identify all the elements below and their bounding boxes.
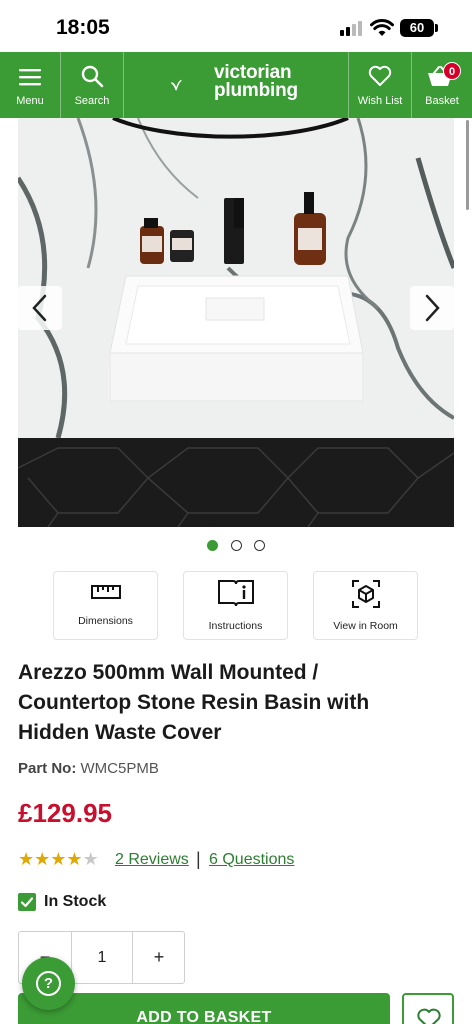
product-title-line: Countertop Stone Resin Basin with	[18, 691, 370, 714]
battery-icon: 60	[400, 19, 434, 37]
star-icon: ★	[66, 849, 83, 869]
site-header: Menu Search victorian plumbing Wish List…	[0, 52, 472, 118]
search-label: Search	[74, 95, 110, 107]
hamburger-icon	[19, 69, 41, 86]
status-time: 18:05	[56, 16, 110, 39]
chevron-left-icon	[32, 294, 47, 322]
search-icon	[81, 65, 104, 88]
wishlist-button[interactable]: Wish List	[349, 52, 411, 118]
product-price: £129.95	[18, 798, 112, 828]
header-divider	[123, 52, 124, 118]
stock-status: In Stock	[44, 893, 107, 910]
help-icon: ?	[36, 971, 61, 996]
product-image	[18, 118, 454, 527]
view-in-room-button[interactable]: View in Room	[313, 571, 418, 640]
help-chat-button[interactable]: ?	[22, 957, 75, 1010]
wifi-icon	[370, 19, 394, 36]
part-number-value: WMC5PMB	[80, 760, 159, 777]
wishlist-label: Wish List	[357, 95, 403, 107]
product-title-line: Arezzo 500mm Wall Mounted /	[18, 661, 319, 684]
view-in-room-label: View in Room	[333, 620, 398, 632]
battery-tip	[435, 24, 438, 32]
reviews-link[interactable]: 2 Reviews	[115, 851, 189, 869]
dimensions-button[interactable]: Dimensions	[53, 571, 158, 640]
search-button[interactable]: Search	[61, 52, 123, 118]
brand-name[interactable]: victorian plumbing	[214, 63, 298, 101]
heart-icon	[417, 1008, 441, 1024]
dimensions-label: Dimensions	[78, 615, 133, 627]
menu-button[interactable]: Menu	[0, 52, 60, 118]
add-to-wishlist-button[interactable]	[402, 993, 454, 1024]
status-bar: 18:05 60	[0, 0, 472, 52]
star-icon: ★	[50, 849, 67, 869]
instructions-label: Instructions	[208, 620, 263, 632]
star-rating[interactable]: ★★★★★	[18, 849, 99, 870]
part-number-label: Part No:	[18, 760, 77, 777]
ar-cube-icon	[352, 580, 380, 608]
questions-link[interactable]: 6 Questions	[209, 851, 294, 869]
in-stock-check-icon	[18, 893, 36, 911]
product-image-gallery[interactable]	[18, 118, 454, 527]
star-icon: ★	[18, 849, 35, 869]
pagination-dot-3[interactable]	[253, 540, 265, 551]
basket-button[interactable]: Basket	[412, 52, 472, 118]
next-image-button[interactable]	[410, 286, 454, 330]
quantity-input[interactable]: 1	[72, 932, 132, 983]
menu-label: Menu	[16, 95, 44, 107]
link-separator: |	[196, 849, 201, 869]
cellular-signal-icon	[340, 20, 364, 36]
heart-icon	[368, 65, 392, 86]
basket-label: Basket	[425, 95, 459, 107]
part-number: Part No: WMC5PMB	[18, 760, 159, 777]
pagination-dot-2[interactable]	[230, 540, 242, 551]
previous-image-button[interactable]	[18, 286, 62, 330]
add-to-basket-button[interactable]: ADD TO BASKET	[18, 993, 390, 1024]
product-title: Arezzo 500mm Wall Mounted / Countertop S…	[18, 658, 448, 748]
increase-quantity-button[interactable]: +	[133, 932, 185, 983]
chevron-right-icon	[425, 294, 440, 322]
star-icon: ★	[34, 849, 51, 869]
product-title-line: Hidden Waste Cover	[18, 721, 222, 744]
instructions-button[interactable]: Instructions	[183, 571, 288, 640]
star-icon: ★	[82, 849, 99, 869]
basket-count-badge: 0	[443, 62, 461, 80]
victorian-plumbing-logo-icon[interactable]	[170, 62, 210, 108]
ruler-icon	[91, 585, 121, 599]
pagination-dot-1[interactable]	[207, 540, 219, 551]
gallery-pagination	[0, 538, 472, 551]
page-scrollbar[interactable]	[466, 120, 469, 210]
book-info-icon	[218, 580, 254, 607]
brand-line2: plumbing	[214, 80, 298, 101]
